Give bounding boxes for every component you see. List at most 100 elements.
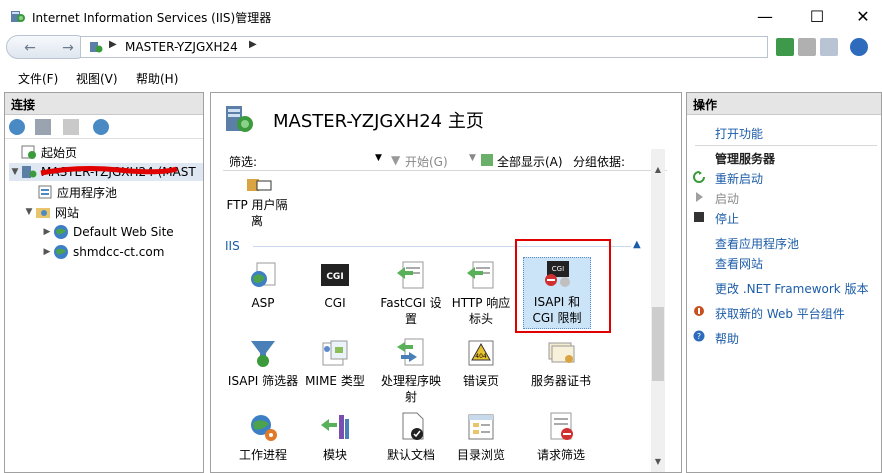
- feature-error-pages[interactable]: 404 错误页: [447, 337, 515, 389]
- back-arrow-icon[interactable]: ←: [15, 40, 45, 56]
- maximize-button[interactable]: ☐: [794, 0, 840, 32]
- breadcrumb-arrow-icon[interactable]: ▶: [249, 39, 257, 50]
- tree-item-server[interactable]: ▼ MASTER-YZJGXH24 (MAST: [9, 163, 203, 181]
- modules-icon: [321, 415, 349, 439]
- svg-text:404: 404: [475, 353, 487, 360]
- nav-buttons: ← →: [6, 35, 88, 59]
- up-icon[interactable]: [63, 119, 79, 135]
- ftp-isolation-icon: [247, 179, 272, 191]
- stop-icon: [694, 212, 704, 222]
- open-feature-link[interactable]: 打开功能: [715, 125, 763, 142]
- connect-icon[interactable]: [9, 119, 25, 135]
- show-all-button[interactable]: 全部显示(A): [497, 153, 563, 170]
- features-panel: MASTER-YZJGXH24 主页 筛选: ▼ ▼ 开始(G) ▼ 全部显示(…: [210, 92, 682, 473]
- restart-icon: [693, 171, 705, 183]
- feature-server-certificates[interactable]: 服务器证书: [523, 337, 599, 389]
- actions-panel: 操作 打开功能 管理服务器 重新启动 启动 停止 查看应用程序池 查看网站 更改…: [686, 92, 882, 473]
- feature-worker-processes[interactable]: 工作进程: [229, 411, 297, 463]
- collapse-icon[interactable]: ▼: [9, 167, 21, 177]
- address-field[interactable]: ▶ MASTER-YZJGXH24 ▶: [80, 36, 768, 58]
- section-collapse-icon[interactable]: ▲: [633, 239, 641, 250]
- isapi-filters-icon: [251, 341, 275, 367]
- feature-http-response-headers[interactable]: HTTP 响应标头: [447, 259, 515, 327]
- start-dropdown-icon[interactable]: ▼: [469, 153, 476, 163]
- tree-item-site-shmdcc[interactable]: ▶ shmdcc-ct.com: [41, 243, 164, 261]
- filter-input[interactable]: [269, 151, 387, 169]
- home-icon[interactable]: [820, 38, 838, 56]
- start-link[interactable]: 启动: [715, 190, 739, 207]
- tree-item-app-pools[interactable]: 应用程序池: [37, 183, 117, 201]
- redaction-mark: [40, 166, 178, 176]
- scroll-up-icon[interactable]: ▲: [651, 165, 665, 179]
- feature-isapi-filters[interactable]: ISAPI 筛选器: [225, 337, 301, 389]
- disconnect-icon[interactable]: [93, 119, 109, 135]
- connections-header: 连接: [5, 93, 203, 115]
- refresh-icon[interactable]: [776, 38, 794, 56]
- tree-item-default-web-site[interactable]: ▶ Default Web Site: [41, 223, 174, 241]
- filter-dropdown-icon[interactable]: ▼: [375, 153, 382, 163]
- feature-mime-types[interactable]: MIME 类型: [301, 337, 369, 389]
- filter-label: 筛选:: [229, 155, 258, 169]
- change-net-framework-link[interactable]: 更改 .NET Framework 版本: [715, 280, 869, 297]
- server-icon: [90, 42, 103, 53]
- tree-item-sites[interactable]: ▼ 网站: [23, 203, 79, 221]
- menu-help[interactable]: 帮助(H): [136, 70, 178, 87]
- feature-ftp-user-isolation[interactable]: FTP 用户隔离: [223, 177, 291, 229]
- stop-link[interactable]: 停止: [715, 210, 739, 227]
- start-icon: [696, 192, 703, 202]
- feature-request-filtering[interactable]: 请求筛选: [523, 411, 599, 463]
- feature-directory-browsing[interactable]: 目录浏览: [447, 411, 515, 463]
- handler-mappings-icon: [397, 338, 424, 366]
- help-icon: ?: [693, 330, 705, 342]
- feature-isapi-cgi-restrictions[interactable]: CGI ISAPI 和 CGI 限制: [523, 257, 591, 329]
- address-path[interactable]: MASTER-YZJGXH24: [125, 40, 238, 54]
- help-link[interactable]: 帮助: [715, 330, 739, 347]
- feature-handler-mappings[interactable]: 处理程序映射: [377, 337, 445, 405]
- expand-icon[interactable]: ▶: [41, 247, 53, 257]
- web-platform-icon: [694, 306, 704, 316]
- globe-icon: [54, 245, 68, 259]
- view-app-pools-link[interactable]: 查看应用程序池: [715, 235, 799, 252]
- default-document-icon: [402, 412, 424, 440]
- scrollbar-thumb[interactable]: [652, 307, 664, 381]
- expand-icon[interactable]: ▶: [41, 227, 53, 237]
- funnel-icon[interactable]: ▼: [391, 153, 400, 167]
- feature-fastcgi-settings[interactable]: FastCGI 设置: [377, 259, 445, 327]
- close-button[interactable]: ✕: [840, 0, 882, 32]
- page-header: MASTER-YZJGXH24 主页: [211, 93, 681, 143]
- show-all-icon[interactable]: [481, 154, 493, 166]
- feature-modules[interactable]: 模块: [301, 411, 369, 463]
- window-title: Internet Information Services (IIS)管理器: [32, 11, 272, 25]
- collapse-icon[interactable]: ▼: [23, 207, 35, 217]
- restart-link[interactable]: 重新启动: [715, 170, 763, 187]
- directory-browsing-icon: [468, 414, 494, 440]
- minimize-button[interactable]: —: [742, 0, 788, 32]
- help-icon[interactable]: [850, 38, 868, 56]
- feature-default-document[interactable]: 默认文档: [377, 411, 445, 463]
- feature-asp[interactable]: ASP: [229, 259, 297, 311]
- tree-item-start-page[interactable]: 起始页: [9, 143, 77, 161]
- breadcrumb-arrow-icon[interactable]: ▶: [109, 39, 117, 50]
- cgi-icon: CGI: [321, 264, 349, 286]
- save-icon[interactable]: [35, 119, 51, 135]
- view-sites-link[interactable]: 查看网站: [715, 255, 763, 272]
- actions-header: 操作: [687, 93, 881, 115]
- isapi-cgi-restrictions-icon: CGI: [545, 261, 570, 287]
- feature-cgi[interactable]: CGI CGI: [301, 259, 369, 311]
- web-platform-link[interactable]: 获取新的 Web 平台组件: [715, 305, 845, 322]
- group-by-label[interactable]: 分组依据:: [573, 153, 625, 170]
- start-page-icon: [21, 145, 36, 159]
- server-large-icon: [226, 106, 253, 132]
- stop-icon[interactable]: [798, 38, 816, 56]
- start-filter-button[interactable]: 开始(G): [405, 153, 448, 170]
- separator: [695, 145, 877, 146]
- forward-arrow-icon[interactable]: →: [53, 40, 83, 56]
- server-icon: [22, 166, 37, 178]
- scroll-down-icon[interactable]: ▼: [651, 457, 665, 471]
- svg-text:CGI: CGI: [552, 265, 564, 273]
- menu-file[interactable]: 文件(F): [18, 70, 58, 87]
- menu-view[interactable]: 视图(V): [76, 70, 118, 87]
- server-certificates-icon: [548, 342, 575, 363]
- section-iis-label: IIS: [225, 239, 240, 253]
- mime-types-icon: [322, 340, 348, 366]
